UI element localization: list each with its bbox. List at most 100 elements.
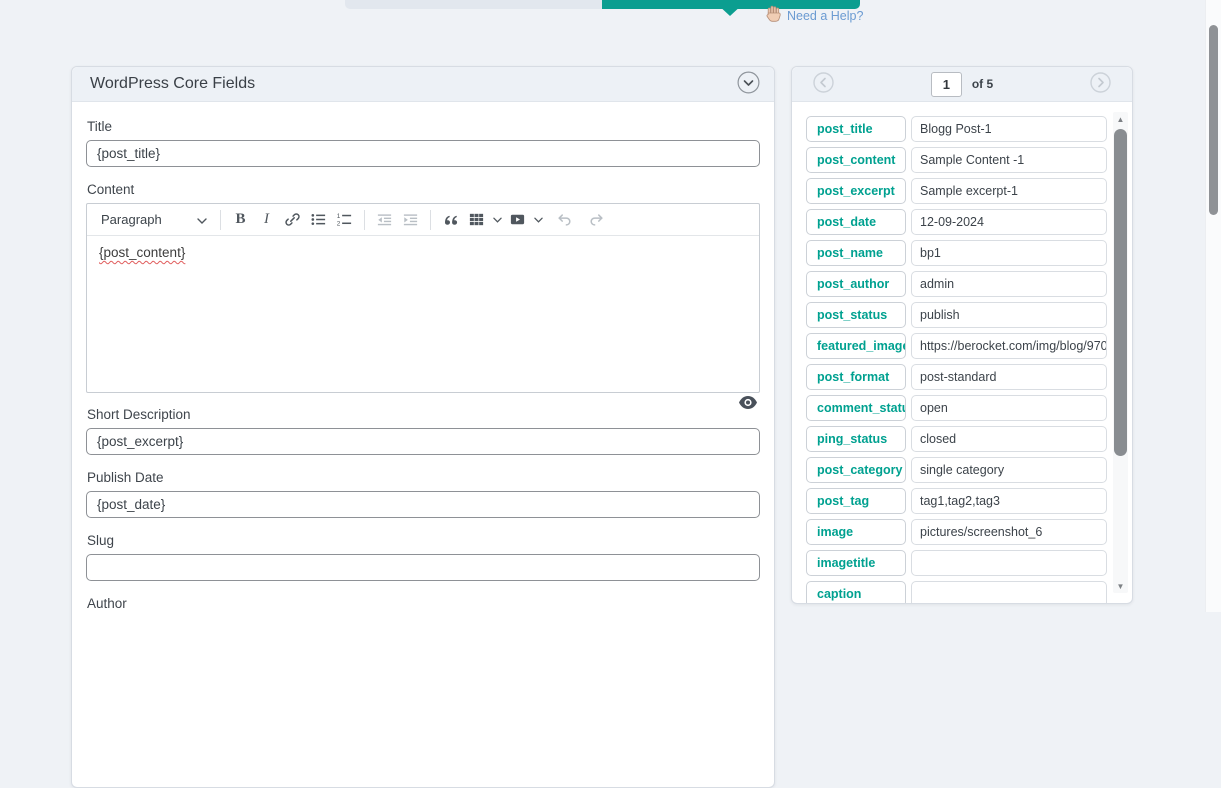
- preview-scrollbar-thumb[interactable]: [1114, 129, 1127, 456]
- mapping-row: caption: [806, 581, 1132, 603]
- hand-icon: [766, 5, 782, 27]
- row-field-label[interactable]: post_author: [806, 271, 906, 297]
- mapping-row: imagetitle: [806, 550, 1132, 576]
- short-description-input[interactable]: [86, 428, 760, 455]
- row-value[interactable]: pictures/screenshot_6: [911, 519, 1107, 545]
- row-field-label[interactable]: comment_status: [806, 395, 906, 421]
- embed-menu-chevron-icon[interactable]: [531, 208, 545, 232]
- page-scrollbar[interactable]: [1205, 0, 1221, 612]
- record-number-input[interactable]: [931, 72, 962, 97]
- mapping-row: post_content Sample Content -1: [806, 147, 1132, 173]
- toolbar-divider: [364, 210, 365, 230]
- redo-icon[interactable]: [584, 208, 609, 232]
- toolbar-divider: [220, 210, 221, 230]
- row-field-label[interactable]: post_title: [806, 116, 906, 142]
- publish-date-input[interactable]: [86, 491, 760, 518]
- svg-text:2: 2: [337, 221, 341, 228]
- numbered-list-icon[interactable]: 1 2: [332, 208, 357, 232]
- title-field-label: Title: [87, 119, 760, 135]
- row-value[interactable]: open: [911, 395, 1107, 421]
- preview-scrollbar[interactable]: ▲ ▼: [1113, 112, 1128, 593]
- paragraph-format-select[interactable]: Paragraph: [95, 208, 213, 232]
- row-value[interactable]: Blogg Post-1: [911, 116, 1107, 142]
- slug-input[interactable]: [86, 554, 760, 581]
- row-field-label[interactable]: caption: [806, 581, 906, 603]
- mapping-row: featured_image https://berocket.com/img/…: [806, 333, 1132, 359]
- row-value[interactable]: post-standard: [911, 364, 1107, 390]
- title-input[interactable]: [86, 140, 760, 167]
- outdent-icon[interactable]: [372, 208, 397, 232]
- table-menu-chevron-icon[interactable]: [490, 208, 504, 232]
- row-field-label[interactable]: ping_status: [806, 426, 906, 452]
- row-value[interactable]: single category: [911, 457, 1107, 483]
- row-value[interactable]: [911, 581, 1107, 603]
- next-record-button[interactable]: [1090, 72, 1111, 96]
- row-value[interactable]: bp1: [911, 240, 1107, 266]
- scroll-down-icon[interactable]: ▼: [1113, 579, 1128, 593]
- link-icon[interactable]: [280, 208, 305, 232]
- row-field-label[interactable]: post_date: [806, 209, 906, 235]
- previous-record-button[interactable]: [813, 72, 834, 96]
- need-help-link[interactable]: Need a Help?: [766, 5, 863, 27]
- row-value[interactable]: admin: [911, 271, 1107, 297]
- record-total-label: of 5: [972, 77, 993, 91]
- mapping-row: post_date 12-09-2024: [806, 209, 1132, 235]
- chevron-left-circle-icon: [813, 72, 834, 96]
- mapping-row: post_tag tag1,tag2,tag3: [806, 488, 1132, 514]
- blockquote-icon[interactable]: [438, 208, 463, 232]
- content-rich-text-editor[interactable]: Paragraph B I: [86, 203, 760, 393]
- row-field-label[interactable]: post_name: [806, 240, 906, 266]
- row-field-label[interactable]: post_category: [806, 457, 906, 483]
- row-field-label[interactable]: post_content: [806, 147, 906, 173]
- scroll-up-icon[interactable]: ▲: [1113, 112, 1128, 126]
- row-value[interactable]: closed: [911, 426, 1107, 452]
- row-field-label[interactable]: post_tag: [806, 488, 906, 514]
- bold-icon[interactable]: B: [228, 208, 253, 232]
- row-value[interactable]: publish: [911, 302, 1107, 328]
- slug-field-label: Slug: [87, 533, 760, 549]
- row-value[interactable]: [911, 550, 1107, 576]
- chevron-right-circle-icon: [1090, 72, 1111, 96]
- mapping-row: post_status publish: [806, 302, 1132, 328]
- panel-header: WordPress Core Fields: [72, 67, 774, 102]
- row-value[interactable]: tag1,tag2,tag3: [911, 488, 1107, 514]
- mapping-row: post_excerpt Sample excerpt-1: [806, 178, 1132, 204]
- row-value[interactable]: Sample excerpt-1: [911, 178, 1107, 204]
- row-field-label[interactable]: featured_image: [806, 333, 906, 359]
- table-icon[interactable]: [464, 208, 489, 232]
- preview-eye-icon[interactable]: [739, 396, 757, 414]
- page-scrollbar-thumb[interactable]: [1209, 25, 1218, 215]
- preview-pager: of 5: [792, 67, 1132, 102]
- undo-icon[interactable]: [552, 208, 577, 232]
- indent-icon[interactable]: [398, 208, 423, 232]
- mapping-row: post_title Blogg Post-1: [806, 116, 1132, 142]
- italic-icon[interactable]: I: [254, 208, 279, 232]
- content-editor-area[interactable]: {post_content}: [87, 236, 759, 392]
- mapping-rows: post_title Blogg Post-1 post_content Sam…: [792, 103, 1132, 603]
- row-field-label[interactable]: image: [806, 519, 906, 545]
- wordpress-core-fields-panel: WordPress Core Fields Title Content Para…: [71, 66, 775, 788]
- author-field-label: Author: [87, 596, 760, 612]
- row-field-label[interactable]: post_excerpt: [806, 178, 906, 204]
- chevron-down-icon: [197, 212, 207, 227]
- mapping-row: post_name bp1: [806, 240, 1132, 266]
- need-help-label[interactable]: Need a Help?: [787, 9, 863, 23]
- row-value[interactable]: 12-09-2024: [911, 209, 1107, 235]
- progress-bar-remaining: [345, 0, 602, 9]
- row-value[interactable]: https://berocket.com/img/blog/97001e: [911, 333, 1107, 359]
- embed-media-icon[interactable]: [505, 208, 530, 232]
- row-field-label[interactable]: post_status: [806, 302, 906, 328]
- mapping-row: post_author admin: [806, 271, 1132, 297]
- publish-date-field-label: Publish Date: [87, 470, 760, 486]
- short-description-field-label: Short Description: [87, 407, 760, 423]
- bulleted-list-icon[interactable]: [306, 208, 331, 232]
- row-field-label[interactable]: post_format: [806, 364, 906, 390]
- editor-toolbar: Paragraph B I: [87, 204, 759, 236]
- mapping-row: post_format post-standard: [806, 364, 1132, 390]
- mapping-row: image pictures/screenshot_6: [806, 519, 1132, 545]
- collapse-panel-button[interactable]: [737, 71, 760, 97]
- row-value[interactable]: Sample Content -1: [911, 147, 1107, 173]
- row-field-label[interactable]: imagetitle: [806, 550, 906, 576]
- toolbar-divider: [430, 210, 431, 230]
- panel-title: WordPress Core Fields: [86, 75, 737, 93]
